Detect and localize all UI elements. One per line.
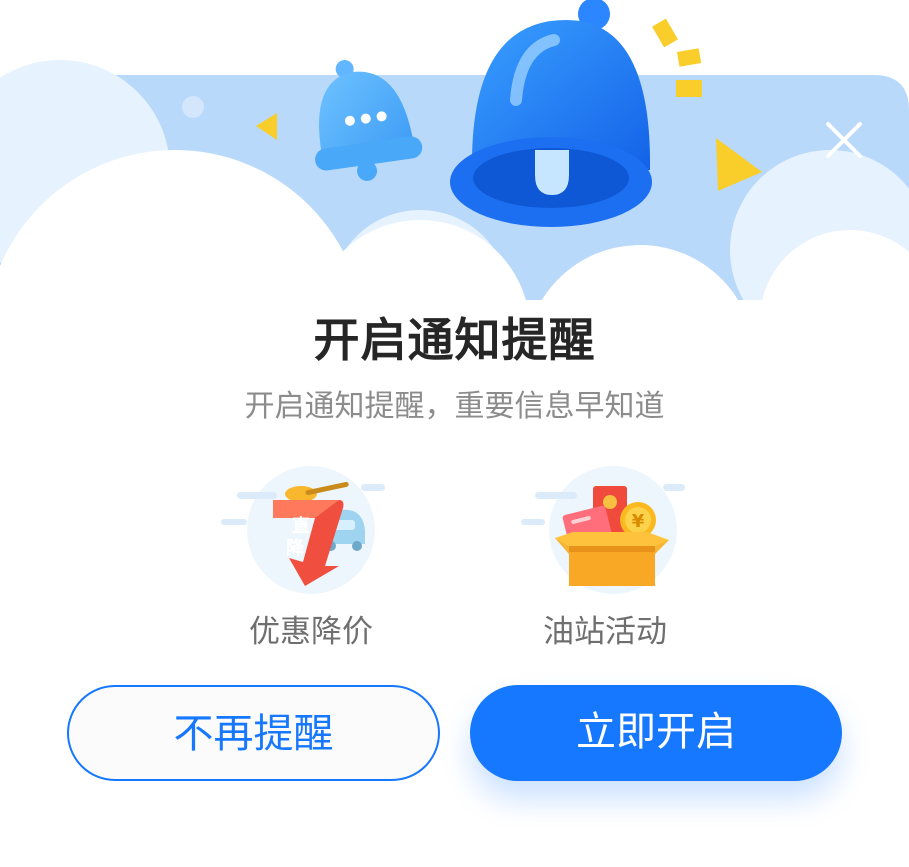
feature-label-price-drop: 优惠降价 bbox=[249, 614, 373, 650]
coin-symbol: ¥ bbox=[632, 511, 645, 532]
close-button[interactable] bbox=[816, 112, 872, 168]
price-drop-badge-top: 直 bbox=[292, 515, 310, 537]
notification-dialog: 开启通知提醒 开启通知提醒，重要信息早知道 直 降 优惠降价 ¥ 油站活动 不再… bbox=[0, 0, 909, 867]
feature-price-drop: 直 降 优惠降价 bbox=[221, 462, 481, 662]
feature-label-station-activity: 油站活动 bbox=[543, 614, 667, 650]
gift-box-icon: ¥ bbox=[521, 466, 685, 594]
decor-dot bbox=[182, 96, 204, 118]
price-drop-icon: 直 降 bbox=[221, 466, 385, 594]
enable-button[interactable]: 立即开启 bbox=[470, 685, 842, 781]
dialog-title: 开启通知提醒 bbox=[313, 313, 596, 367]
dialog-subtitle: 开启通知提醒，重要信息早知道 bbox=[244, 389, 665, 424]
feature-station-activity: ¥ 油站活动 bbox=[521, 462, 781, 662]
dismiss-button[interactable]: 不再提醒 bbox=[67, 685, 440, 781]
close-icon bbox=[826, 122, 862, 158]
price-drop-badge-bottom: 降 bbox=[286, 537, 305, 559]
header-illustration bbox=[0, 0, 909, 340]
bell-icon bbox=[450, 0, 652, 227]
